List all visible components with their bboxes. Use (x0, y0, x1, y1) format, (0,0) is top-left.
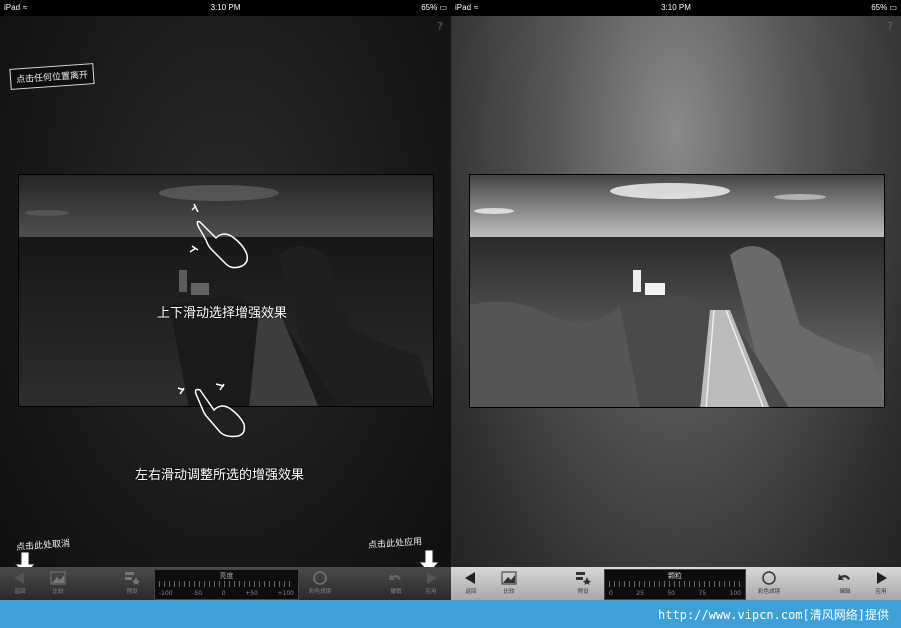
image-icon (50, 571, 66, 585)
tick-label: 50 (667, 590, 675, 597)
tick-label: 75 (698, 590, 707, 597)
undo-icon (838, 574, 850, 580)
tick-label: 25 (636, 590, 644, 597)
forward-arrow-icon (427, 572, 437, 584)
battery-percent: 65% (871, 3, 888, 12)
tutorial-pane[interactable]: iPad ≈ 3:10 PM 65% ▭ ? 点击任何位置离开 上下滑动选择增强… (0, 0, 451, 600)
tick-label: +100 (277, 590, 294, 597)
circle-filter-icon (762, 571, 776, 585)
swipe-vertical-hint: 上下滑动选择增强效果 (157, 306, 288, 321)
back-arrow-icon (465, 572, 475, 584)
apply-label: 应用 (425, 589, 437, 595)
filter-label: 彩色滤镜 (757, 589, 780, 595)
battery-percent: 65% (421, 3, 438, 12)
tick-label: 0 (609, 590, 613, 597)
watermark-bar: http://www.vipcn.com[清风网络]提供 (0, 600, 901, 628)
battery-icon: ▭ (889, 3, 897, 12)
slider-name: 亮度 (219, 572, 234, 580)
presets-icon (125, 572, 140, 585)
hand-icon (177, 383, 246, 438)
tick-label: +50 (245, 590, 258, 597)
presets-icon (576, 572, 591, 585)
compare-button[interactable]: 比较 (489, 567, 529, 600)
tick-label: 100 (729, 590, 741, 597)
back-button[interactable]: 返回 (451, 567, 491, 600)
watermark-text: http://www.vipcn.com[清风网络]提供 (658, 608, 889, 622)
edit-button[interactable]: 编辑 (825, 567, 865, 600)
filter-label: 彩色滤镜 (308, 589, 331, 595)
leave-label[interactable]: 点击任何位置离开 (9, 63, 95, 90)
brightness-slider[interactable]: 亮度 -100 -50 0 +50 +100 (154, 569, 299, 600)
editor-pane: iPad ≈ 3:10 PM 65% ▭ ? 返回 比较 预设 颗粒 0 25 … (451, 0, 901, 600)
photo-preview (469, 174, 885, 408)
color-filter-button[interactable]: 彩色滤镜 (300, 567, 340, 600)
status-bar: iPad ≈ 3:10 PM 65% ▭ (0, 0, 451, 16)
help-icon[interactable]: ? (887, 20, 893, 33)
lighthouse-photo (470, 175, 884, 407)
presets-button[interactable]: 预设 (112, 567, 152, 600)
slider-name: 颗粒 (668, 572, 682, 580)
color-filter-button[interactable]: 彩色滤镜 (749, 567, 789, 600)
back-arrow-icon (14, 572, 24, 584)
apply-button[interactable]: 应用 (411, 567, 451, 600)
hand-icon (189, 203, 249, 269)
circle-filter-icon (313, 571, 327, 585)
undo-button[interactable]: 撤销 (376, 567, 416, 600)
presets-button[interactable]: 预设 (563, 567, 603, 600)
edit-toolbar: 返回 比较 预设 亮度 -100 -50 0 +50 +100 彩色滤镜 撤销 … (0, 567, 451, 600)
back-label: 返回 (14, 589, 26, 595)
undo-icon (389, 574, 401, 580)
presets-label: 预设 (577, 589, 589, 595)
slider-ticks: -100 -50 0 +50 +100 (159, 590, 294, 597)
cancel-hint: 点击此处取消 (15, 539, 71, 553)
clock: 3:10 PM (661, 3, 691, 12)
apply-label: 应用 (875, 589, 887, 595)
edit-toolbar: 返回 比较 预设 颗粒 0 25 50 75 100 彩色滤镜 编辑 应用 (451, 567, 901, 600)
clock: 3:10 PM (210, 3, 241, 12)
slider-track (609, 581, 741, 587)
forward-arrow-icon (877, 572, 887, 584)
compare-label: 比较 (503, 589, 515, 595)
status-bar: iPad ≈ 3:10 PM 65% ▭ (451, 0, 901, 16)
image-icon (501, 571, 517, 585)
swipe-horizontal-hint: 左右滑动调整所选的增强效果 (135, 468, 305, 483)
slider-ticks: 0 25 50 75 100 (609, 590, 741, 597)
apply-button[interactable]: 应用 (861, 567, 901, 600)
back-button[interactable]: 返回 (0, 567, 40, 600)
compare-button[interactable]: 比较 (38, 567, 78, 600)
grain-slider[interactable]: 颗粒 0 25 50 75 100 (604, 569, 746, 600)
back-label: 返回 (465, 589, 477, 595)
edit-label: 编辑 (839, 589, 851, 595)
tick-label: 0 (221, 590, 226, 597)
help-icon[interactable]: ? (437, 20, 443, 33)
battery-icon: ▭ (439, 3, 447, 12)
apply-hint: 点击此处应用 (367, 537, 423, 551)
compare-label: 比较 (52, 589, 64, 595)
presets-label: 预设 (126, 589, 138, 595)
tick-label: -50 (192, 590, 203, 597)
slider-track (159, 581, 294, 587)
tick-label: -100 (159, 590, 173, 597)
undo-label: 撤销 (390, 589, 402, 595)
